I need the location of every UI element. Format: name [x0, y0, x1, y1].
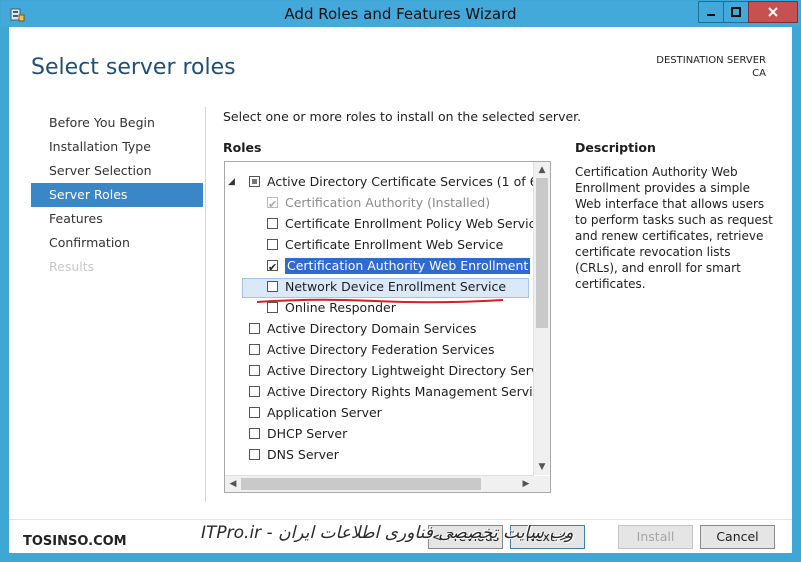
role-label: Certification Authority Web Enrollment: [285, 258, 531, 274]
role-checkbox[interactable]: [267, 218, 278, 229]
destination-server: DESTINATION SERVER CA: [656, 54, 766, 80]
role-label: Active Directory Rights Management Servi…: [267, 384, 551, 399]
role-label: Certificate Enrollment Web Service: [285, 237, 504, 252]
footer-divider: [9, 519, 792, 520]
role-label: DNS Server: [267, 447, 339, 462]
roles-header: Roles: [223, 140, 262, 155]
role-checkbox[interactable]: [249, 407, 260, 418]
scroll-down-icon[interactable]: ▼: [535, 460, 549, 474]
minimize-button[interactable]: [698, 1, 724, 23]
watermark-tosinso: TOSINSO.COM: [23, 534, 127, 549]
role-label: Application Server: [267, 405, 382, 420]
nav-features[interactable]: Features: [31, 207, 203, 231]
role-checkbox[interactable]: [249, 344, 260, 355]
role-checkbox[interactable]: [267, 239, 278, 250]
role-checkbox[interactable]: [249, 449, 260, 460]
red-underline-annotation: [256, 298, 504, 304]
nav-server-selection[interactable]: Server Selection: [31, 159, 203, 183]
role-checkbox[interactable]: [249, 323, 260, 334]
role-checkbox[interactable]: [249, 428, 260, 439]
collapse-triangle-icon[interactable]: ◢: [228, 172, 235, 192]
wizard-content: Select server roles DESTINATION SERVER C…: [9, 27, 792, 553]
instruction-text: Select one or more roles to install on t…: [223, 109, 582, 124]
cancel-button[interactable]: Cancel: [700, 525, 775, 549]
close-button[interactable]: [748, 1, 798, 23]
vertical-scroll-thumb[interactable]: [536, 178, 548, 328]
roles-tree[interactable]: ◢ Active Directory Certificate Services …: [224, 161, 551, 493]
install-button: Install: [618, 525, 693, 549]
role-checkbox[interactable]: ✔: [267, 260, 278, 274]
page-title: Select server roles: [31, 55, 236, 80]
scrollbar-corner: [534, 476, 550, 492]
role-checkbox: ✔: [267, 197, 278, 211]
watermark-itpro: وب سایت تخصصی فناوری اطلاعات ایران - ITP…: [201, 523, 574, 543]
scroll-left-icon[interactable]: ◀: [226, 477, 240, 491]
role-label: Certificate Enrollment Policy Web Servic…: [285, 216, 544, 231]
role-label: Active Directory Lightweight Directory S…: [267, 363, 551, 378]
close-icon: [768, 7, 778, 17]
destination-value: CA: [752, 68, 766, 79]
description-text: Certification Authority Web Enrollment p…: [575, 165, 773, 291]
nav-before-you-begin[interactable]: Before You Begin: [31, 111, 203, 135]
nav-confirmation[interactable]: Confirmation: [31, 231, 203, 255]
nav-results: Results: [49, 259, 95, 274]
nav-installation-type[interactable]: Installation Type: [31, 135, 203, 159]
role-checkbox[interactable]: [249, 386, 260, 397]
horizontal-scroll-thumb[interactable]: [241, 478, 481, 490]
checkmark-icon: ✔: [268, 198, 278, 211]
role-label: DHCP Server: [267, 426, 348, 441]
horizontal-scrollbar[interactable]: ◀ ▶: [225, 475, 534, 492]
wizard-nav: Before You Begin Installation Type Serve…: [31, 111, 203, 279]
nav-server-roles[interactable]: Server Roles: [31, 183, 203, 207]
vertical-scrollbar[interactable]: ▲ ▼: [533, 162, 550, 475]
scroll-right-icon[interactable]: ▶: [519, 477, 533, 491]
role-label: Network Device Enrollment Service: [285, 279, 507, 294]
wizard-window: Add Roles and Features Wizard Select ser…: [0, 0, 801, 562]
title-bar[interactable]: Add Roles and Features Wizard: [1, 1, 800, 27]
scroll-up-icon[interactable]: ▲: [535, 163, 549, 177]
destination-label: DESTINATION SERVER: [656, 55, 766, 66]
role-label: Active Directory Domain Services: [267, 321, 477, 336]
maximize-button[interactable]: [723, 1, 749, 23]
role-label: Active Directory Certificate Services (1…: [267, 174, 550, 189]
role-checkbox[interactable]: [249, 176, 260, 187]
description-header: Description: [575, 140, 656, 155]
minimize-icon: [707, 14, 715, 16]
checkmark-icon: ✔: [268, 261, 278, 274]
window-title: Add Roles and Features Wizard: [284, 5, 517, 23]
role-checkbox[interactable]: [267, 281, 278, 292]
nav-divider: [205, 107, 206, 502]
maximize-icon: [731, 7, 741, 17]
role-label: Active Directory Federation Services: [267, 342, 495, 357]
role-label: Certification Authority (Installed): [285, 195, 491, 210]
role-checkbox[interactable]: [249, 365, 260, 376]
